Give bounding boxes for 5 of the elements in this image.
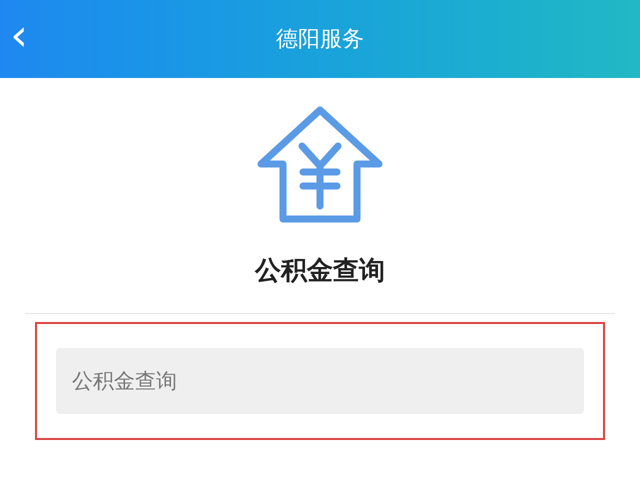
house-yen-icon: [257, 106, 383, 224]
back-button[interactable]: ‹: [4, 14, 34, 58]
service-title: 公积金查询: [255, 255, 385, 288]
search-field[interactable]: 公积金查询: [56, 348, 584, 414]
page-title: 德阳服务: [276, 26, 364, 54]
